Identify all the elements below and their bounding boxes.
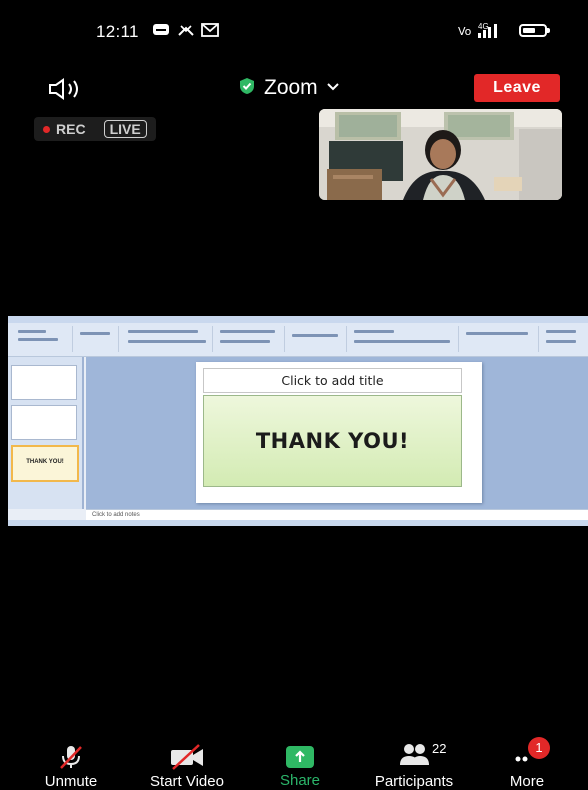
slide-canvas: Click to add title THANK YOU! xyxy=(86,357,588,509)
record-dot-icon xyxy=(43,125,50,133)
recording-badge[interactable]: REC LIVE xyxy=(34,117,156,141)
participants-icon xyxy=(398,743,430,772)
share-arrow-icon xyxy=(286,745,314,768)
shield-check-icon xyxy=(238,77,256,100)
video-thumbnail[interactable] xyxy=(319,109,562,200)
shared-screen[interactable]: THANK YOU! Click to add title THANK YOU!… xyxy=(8,316,588,526)
signal-icon xyxy=(478,23,504,42)
participants-count: 22 xyxy=(432,741,447,756)
meeting-name: Zoom xyxy=(264,76,318,99)
chevron-down-icon xyxy=(326,79,340,97)
start-video-label: Start Video xyxy=(150,773,224,790)
more-label: More xyxy=(509,773,545,790)
live-label: LIVE xyxy=(103,120,147,138)
missed-call-icon xyxy=(177,23,195,40)
thank-you-text: THANK YOU! xyxy=(255,429,410,453)
meeting-title[interactable]: Zoom xyxy=(238,75,340,101)
slide-body: THANK YOU! xyxy=(203,395,462,487)
share-label: Share xyxy=(279,772,321,789)
unmute-button[interactable]: Unmute xyxy=(36,744,106,790)
slide: Click to add title THANK YOU! xyxy=(196,362,482,503)
more-button[interactable]: 1 More xyxy=(502,737,552,790)
gmail-icon xyxy=(201,23,219,40)
svg-text:Vo: Vo xyxy=(458,25,472,37)
slide-thumbnail-selected: THANK YOU! xyxy=(11,445,79,482)
slides-pane: THANK YOU! xyxy=(8,357,84,509)
title-placeholder: Click to add title xyxy=(203,368,462,393)
thumbnail-text: THANK YOU! xyxy=(26,459,64,465)
speaker-icon[interactable] xyxy=(48,78,88,105)
mic-muted-icon xyxy=(56,744,86,770)
rec-label: REC xyxy=(56,121,86,137)
volte-icon: Vo xyxy=(458,23,474,40)
message-icon xyxy=(152,23,170,40)
powerpoint-statusbar xyxy=(8,520,588,526)
start-video-button[interactable]: Start Video xyxy=(140,744,234,790)
notes-placeholder: Click to add notes xyxy=(86,509,588,520)
participants-label: Participants xyxy=(374,773,454,790)
leave-button[interactable]: Leave xyxy=(474,74,560,102)
powerpoint-ribbon xyxy=(8,316,588,357)
status-time: 12:11 xyxy=(96,22,139,41)
unmute-label: Unmute xyxy=(44,773,98,790)
battery-icon xyxy=(519,24,550,37)
video-off-icon xyxy=(167,744,207,770)
notification-badge: 1 xyxy=(528,737,550,759)
participants-button[interactable]: 22 Participants xyxy=(366,741,462,790)
share-button[interactable]: Share xyxy=(272,744,328,789)
slide-thumbnail xyxy=(11,405,77,440)
slide-thumbnail xyxy=(11,365,77,400)
